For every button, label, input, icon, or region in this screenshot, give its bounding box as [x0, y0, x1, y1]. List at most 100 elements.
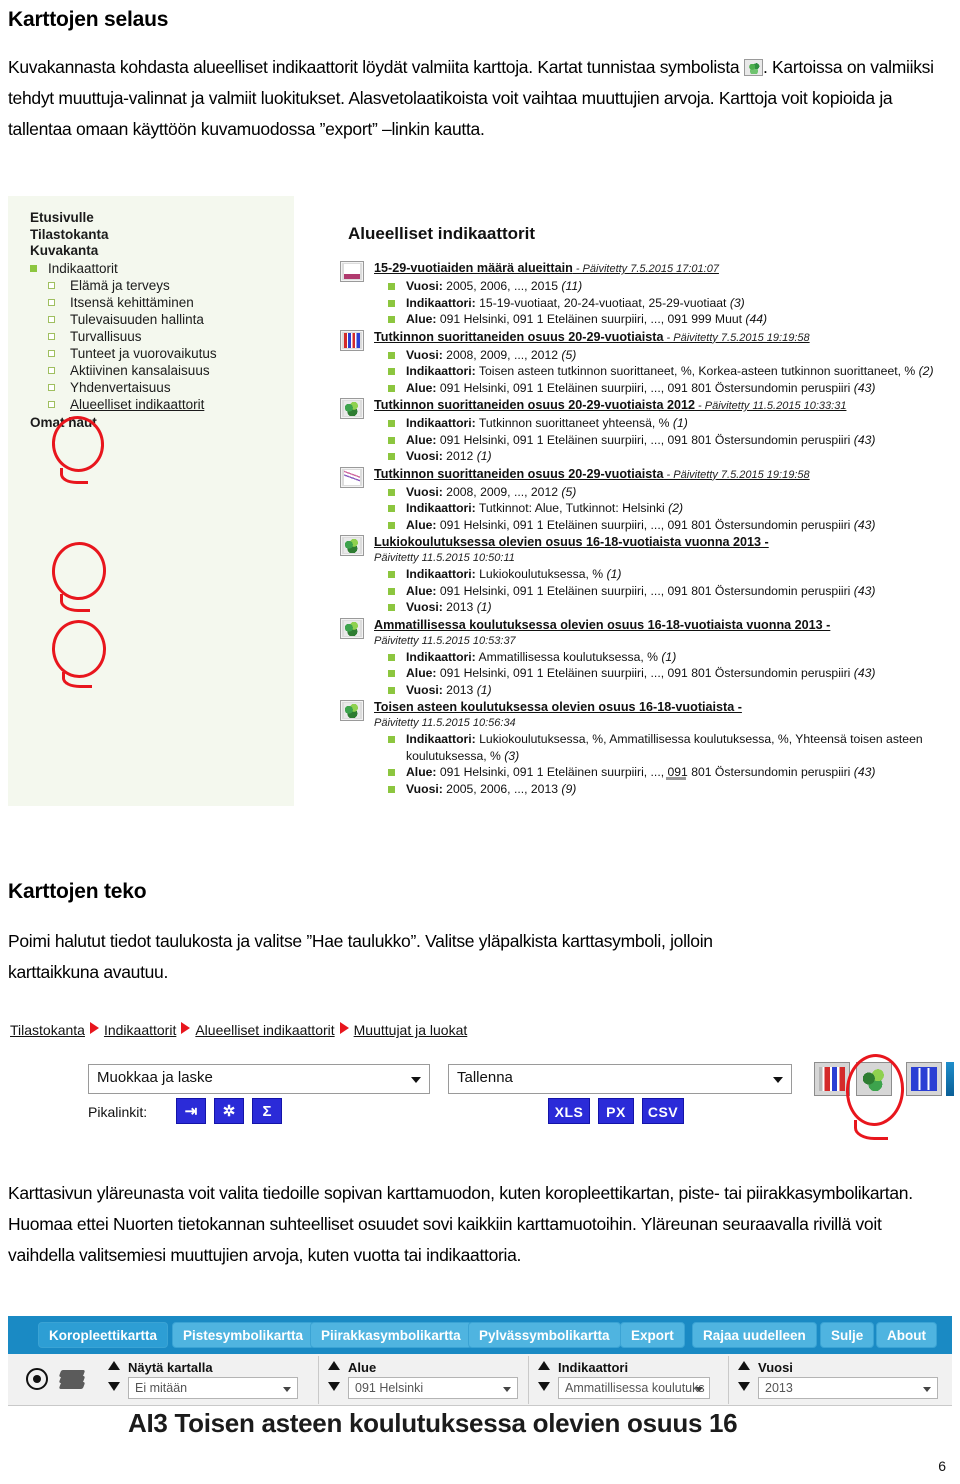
map-button-koropleettikartta[interactable]: Koropleettikartta [38, 1322, 169, 1348]
dimension-value: 2012 [442, 449, 474, 463]
map-control-value: Ammatillisessa koulutuks [565, 1381, 705, 1395]
sidebar-item-tunteet-ja-vuorovaikutus[interactable]: Tunteet ja vuorovaikutus [26, 345, 286, 362]
sidebar-link-omat-haut[interactable]: Omat haut [26, 414, 286, 431]
sidebar-item-label: Itsensä kehittäminen [70, 294, 194, 310]
sidebar-group-indikaattorit[interactable]: Indikaattorit [26, 260, 286, 277]
indicator-title-link[interactable]: Toisen asteen koulutuksessa olevien osuu… [374, 699, 952, 716]
dimension-label: Vuosi: [406, 279, 443, 293]
square-bullet-icon [388, 505, 395, 512]
quicklink-pivot-button[interactable]: ✲ [214, 1098, 244, 1124]
quicklink-export-button[interactable]: ⇥ [176, 1098, 206, 1124]
map-button-export[interactable]: Export [620, 1322, 685, 1348]
dimension-label: Indikaattori: [406, 567, 476, 581]
list-item[interactable]: Toisen asteen koulutuksessa olevien osuu… [332, 699, 952, 797]
screenshot-map-application: Koropleettikartta Pistesymbolikartta Pii… [8, 1316, 952, 1484]
map-button-rajaa-uudelleen[interactable]: Rajaa uudelleen [692, 1322, 817, 1348]
sort-desc-icon[interactable] [538, 1382, 550, 1391]
sidebar-item-label: Turvallisuus [70, 328, 142, 344]
indicator-title-link[interactable]: Ammatillisessa koulutuksessa olevien osu… [374, 617, 952, 634]
bar-chart-icon [340, 329, 364, 351]
sort-asc-icon[interactable] [538, 1361, 550, 1370]
indicator-updated: - Päivitetty 7.5.2015 17:01:07 [572, 263, 719, 275]
map-button-pistesymbolikartta[interactable]: Pistesymbolikartta [172, 1322, 315, 1348]
dimension-value: Lukiokoulutuksessa, % [475, 567, 604, 581]
dimension-label: Alue: [406, 666, 437, 680]
chevron-down-icon [773, 1077, 783, 1083]
dimension-value: Tutkinnot: Alue, Tutkinnot: Helsinki [475, 501, 665, 515]
square-bullet-icon [388, 384, 395, 392]
toolbar-edge-marker [946, 1062, 954, 1096]
locate-icon[interactable] [26, 1368, 48, 1390]
dimension-label: Alue: [406, 380, 437, 395]
sidebar-item-turvallisuus[interactable]: Turvallisuus [26, 328, 286, 345]
map-button-about[interactable]: About [876, 1322, 937, 1348]
indicator-title-link[interactable]: Tutkinnon suorittaneiden osuus 20-29-vuo… [374, 397, 952, 415]
list-item[interactable]: Tutkinnon suorittaneiden osuus 20-29-vuo… [332, 329, 952, 397]
sidebar-link-kuvakanta[interactable]: Kuvakanta [26, 243, 286, 260]
indicator-title-link[interactable]: Lukiokoulutuksessa olevien osuus 16-18-v… [374, 534, 952, 551]
dimension-value: 2008, 2009, ..., 2012 [442, 484, 558, 499]
dimension-count: (3) [729, 295, 745, 310]
indicator-title-link[interactable]: 15-29-vuotiaiden määrä alueittain - Päiv… [374, 260, 952, 278]
square-bullet-icon [388, 368, 395, 375]
list-item: Alue: 091 Helsinki, 091 1 Eteläinen suur… [374, 517, 952, 534]
map-icon[interactable] [856, 1062, 892, 1096]
indicator-title-link[interactable]: Tutkinnon suorittaneiden osuus 20-29-vuo… [374, 466, 952, 484]
bar-chart-icon[interactable] [814, 1062, 850, 1096]
map-button-pylvassymbolikartta[interactable]: Pylvässymbolikartta [468, 1322, 621, 1348]
breadcrumb-item-alueelliset-indikaattorit[interactable]: Alueelliset indikaattorit [195, 1022, 334, 1038]
table-icon[interactable] [906, 1062, 942, 1096]
sidebar-item-elama-ja-terveys[interactable]: Elämä ja terveys [26, 277, 286, 294]
list-item[interactable]: Tutkinnon suorittaneiden osuus 20-29-vuo… [332, 397, 952, 465]
indicator-title-text: Toisen asteen koulutuksessa olevien osuu… [374, 700, 742, 714]
sort-asc-icon[interactable] [328, 1361, 340, 1370]
list-item[interactable]: Lukiokoulutuksessa olevien osuus 16-18-v… [332, 534, 952, 616]
sidebar-item-yhdenvertaisuus[interactable]: Yhdenvertaisuus [26, 379, 286, 396]
map-control-select[interactable]: 091 Helsinki [348, 1377, 518, 1399]
map-button-piirakkasymbolikartta[interactable]: Piirakkasymbolikartta [310, 1322, 472, 1348]
intro-paragraph: Kuvakannasta kohdasta alueelliset indika… [8, 52, 938, 145]
breadcrumb-item-indikaattorit[interactable]: Indikaattorit [104, 1022, 176, 1038]
dimension-label: Indikaattori: [406, 295, 476, 310]
download-xls-button[interactable]: XLS [548, 1098, 590, 1124]
dimension-label: Alue: [406, 312, 437, 326]
map-control-select[interactable]: Ammatillisessa koulutuks [558, 1377, 710, 1399]
sidebar-link-tilastokanta[interactable]: Tilastokanta [26, 227, 286, 244]
sort-asc-icon[interactable] [738, 1361, 750, 1370]
sort-desc-icon[interactable] [328, 1382, 340, 1391]
sidebar-item-itsensa-kehittaminen[interactable]: Itsensä kehittäminen [26, 294, 286, 311]
dimension-value: 2013 [442, 600, 474, 614]
save-select[interactable]: Tallenna [448, 1064, 792, 1094]
sidebar-link-etusivulle[interactable]: Etusivulle [26, 210, 286, 227]
layers-icon[interactable] [58, 1370, 86, 1389]
map-control-select[interactable]: 2013 [758, 1377, 938, 1399]
indicator-title-text: Tutkinnon suorittaneiden osuus 20-29-vuo… [374, 398, 695, 412]
list-item[interactable]: Ammatillisessa koulutuksessa olevien osu… [332, 617, 952, 699]
list-item: Vuosi: 2013 (1) [374, 599, 952, 616]
indicator-list: 15-29-vuotiaiden määrä alueittain - Päiv… [332, 260, 952, 797]
sidebar-nav: Etusivulle Tilastokanta Kuvakanta Indika… [26, 210, 286, 431]
map-button-sulje[interactable]: Sulje [820, 1322, 875, 1348]
map-control-select[interactable]: Ei mitään [128, 1377, 298, 1399]
list-item[interactable]: 15-29-vuotiaiden määrä alueittain - Päiv… [332, 260, 952, 328]
square-outline-bullet-icon [48, 383, 55, 391]
sort-asc-icon[interactable] [108, 1361, 120, 1370]
sort-desc-icon[interactable] [738, 1382, 750, 1391]
breadcrumb-item-muuttujat-ja-luokat[interactable]: Muuttujat ja luokat [354, 1022, 468, 1038]
breadcrumb-item-tilastokanta[interactable]: Tilastokanta [10, 1022, 85, 1038]
sidebar-item-aktiivinen-kansalaisuus[interactable]: Aktiivinen kansalaisuus [26, 362, 286, 379]
download-px-button[interactable]: PX [598, 1098, 634, 1124]
sort-desc-icon[interactable] [108, 1382, 120, 1391]
chevron-right-icon [339, 1022, 349, 1034]
indicator-title-link[interactable]: Tutkinnon suorittaneiden osuus 20-29-vuo… [374, 329, 952, 347]
dimension-label: Alue: [406, 583, 437, 598]
indicator-title-text: Ammatillisessa koulutuksessa olevien osu… [374, 617, 831, 632]
list-item[interactable]: Tutkinnon suorittaneiden osuus 20-29-vuo… [332, 466, 952, 534]
download-csv-button[interactable]: CSV [642, 1098, 684, 1124]
sidebar-item-alueelliset-indikaattorit[interactable]: Alueelliset indikaattorit [26, 396, 286, 413]
edit-and-calculate-select[interactable]: Muokkaa ja laske [88, 1064, 430, 1094]
divider [728, 1356, 729, 1404]
annotation-tail-4 [854, 1120, 888, 1140]
sidebar-item-tulevaisuuden-hallinta[interactable]: Tulevaisuuden hallinta [26, 311, 286, 328]
quicklink-sum-button[interactable]: Σ [252, 1098, 282, 1124]
